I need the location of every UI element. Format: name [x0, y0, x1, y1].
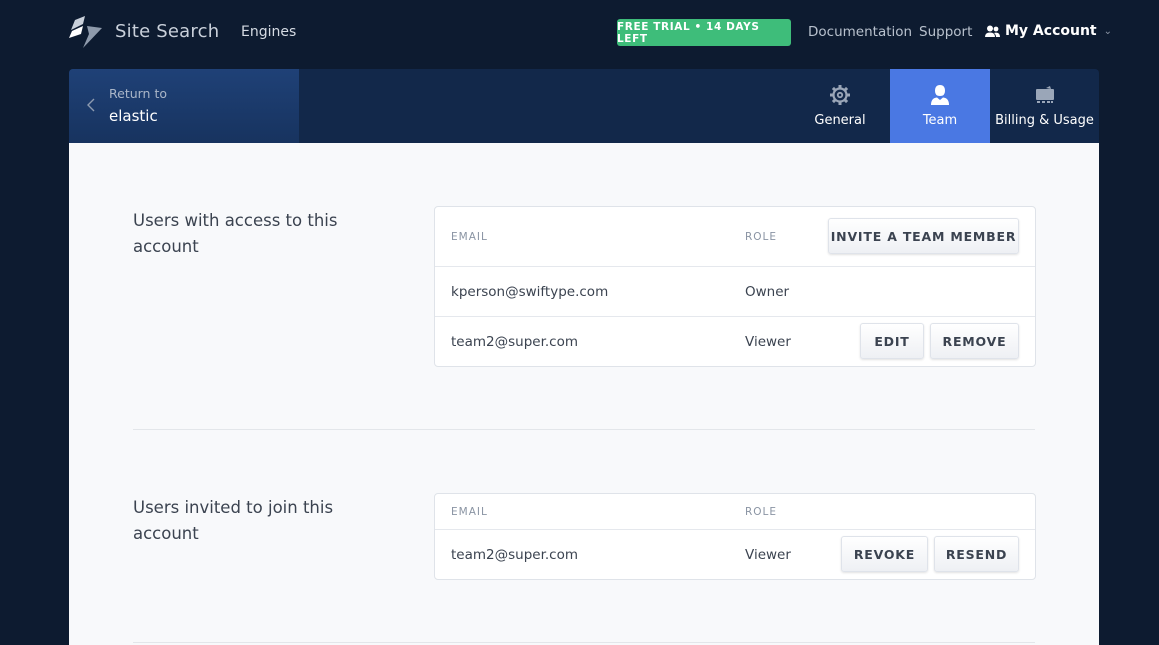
section-divider	[133, 642, 1035, 643]
member-role: Owner	[745, 283, 790, 300]
member-email: team2@super.com	[451, 333, 579, 350]
resend-invite-button[interactable]: RESEND	[934, 536, 1019, 572]
chevron-down-icon: ⌄	[1103, 25, 1112, 37]
nav-engines-link[interactable]: Engines	[241, 24, 296, 40]
invites-table-header: EMAIL ROLE	[435, 494, 1035, 529]
member-email: kperson@swiftype.com	[451, 283, 609, 300]
invites-table: EMAIL ROLE team2@super.com Viewer REVOKE…	[434, 493, 1036, 580]
return-to-engine-button[interactable]: Return to elastic	[69, 69, 299, 143]
site-search-logo-icon[interactable]	[69, 16, 103, 48]
tab-team[interactable]: Team	[890, 69, 990, 143]
table-row: team2@super.com Viewer EDIT REMOVE	[435, 316, 1035, 366]
return-target-name: elastic	[109, 107, 158, 125]
tab-team-label: Team	[922, 113, 958, 128]
member-role: Viewer	[745, 333, 791, 350]
documentation-link[interactable]: Documentation	[808, 24, 912, 40]
table-row: team2@super.com Viewer REVOKE RESEND	[435, 529, 1035, 579]
members-table: EMAIL ROLE INVITE A TEAM MEMBER kperson@…	[434, 206, 1036, 367]
members-table-header: EMAIL ROLE INVITE A TEAM MEMBER	[435, 207, 1035, 266]
free-trial-badge[interactable]: FREE TRIAL • 14 DAYS LEFT	[617, 19, 791, 46]
my-account-label: My Account	[1005, 23, 1097, 39]
top-navigation-bar: Site Search Engines FREE TRIAL • 14 DAYS…	[0, 0, 1159, 64]
chevron-left-icon	[87, 98, 95, 112]
my-account-menu[interactable]: My Account ⌄	[985, 23, 1112, 39]
support-link[interactable]: Support	[919, 24, 972, 40]
users-icon	[985, 25, 1000, 37]
engine-sub-navigation: Return to elastic General Team Billing &…	[69, 69, 1099, 143]
invite-role: Viewer	[745, 546, 791, 563]
billing-icon	[1033, 83, 1057, 107]
team-settings-content: Users with access to this account EMAIL …	[69, 143, 1099, 645]
brand-name[interactable]: Site Search	[115, 21, 219, 42]
column-header-role: ROLE	[745, 505, 778, 518]
tab-general[interactable]: General	[790, 69, 890, 143]
user-icon	[928, 83, 952, 107]
remove-member-button[interactable]: REMOVE	[930, 323, 1019, 359]
invite-email: team2@super.com	[451, 546, 579, 563]
tab-billing-usage-label: Billing & Usage	[995, 113, 1094, 128]
column-header-email: EMAIL	[451, 230, 488, 243]
column-header-email: EMAIL	[451, 505, 488, 518]
table-row: kperson@swiftype.com Owner	[435, 266, 1035, 316]
edit-member-button[interactable]: EDIT	[860, 323, 924, 359]
column-header-role: ROLE	[745, 230, 778, 243]
invites-section-title: Users invited to join this account	[133, 498, 334, 543]
gear-icon	[828, 83, 852, 107]
return-to-label: Return to	[109, 86, 168, 101]
tab-general-label: General	[814, 113, 866, 128]
tab-billing-usage[interactable]: Billing & Usage	[990, 69, 1099, 143]
revoke-invite-button[interactable]: REVOKE	[841, 536, 928, 572]
members-section-title: Users with access to this account	[133, 211, 338, 256]
section-divider	[133, 429, 1035, 430]
invite-team-member-button[interactable]: INVITE A TEAM MEMBER	[828, 218, 1019, 254]
